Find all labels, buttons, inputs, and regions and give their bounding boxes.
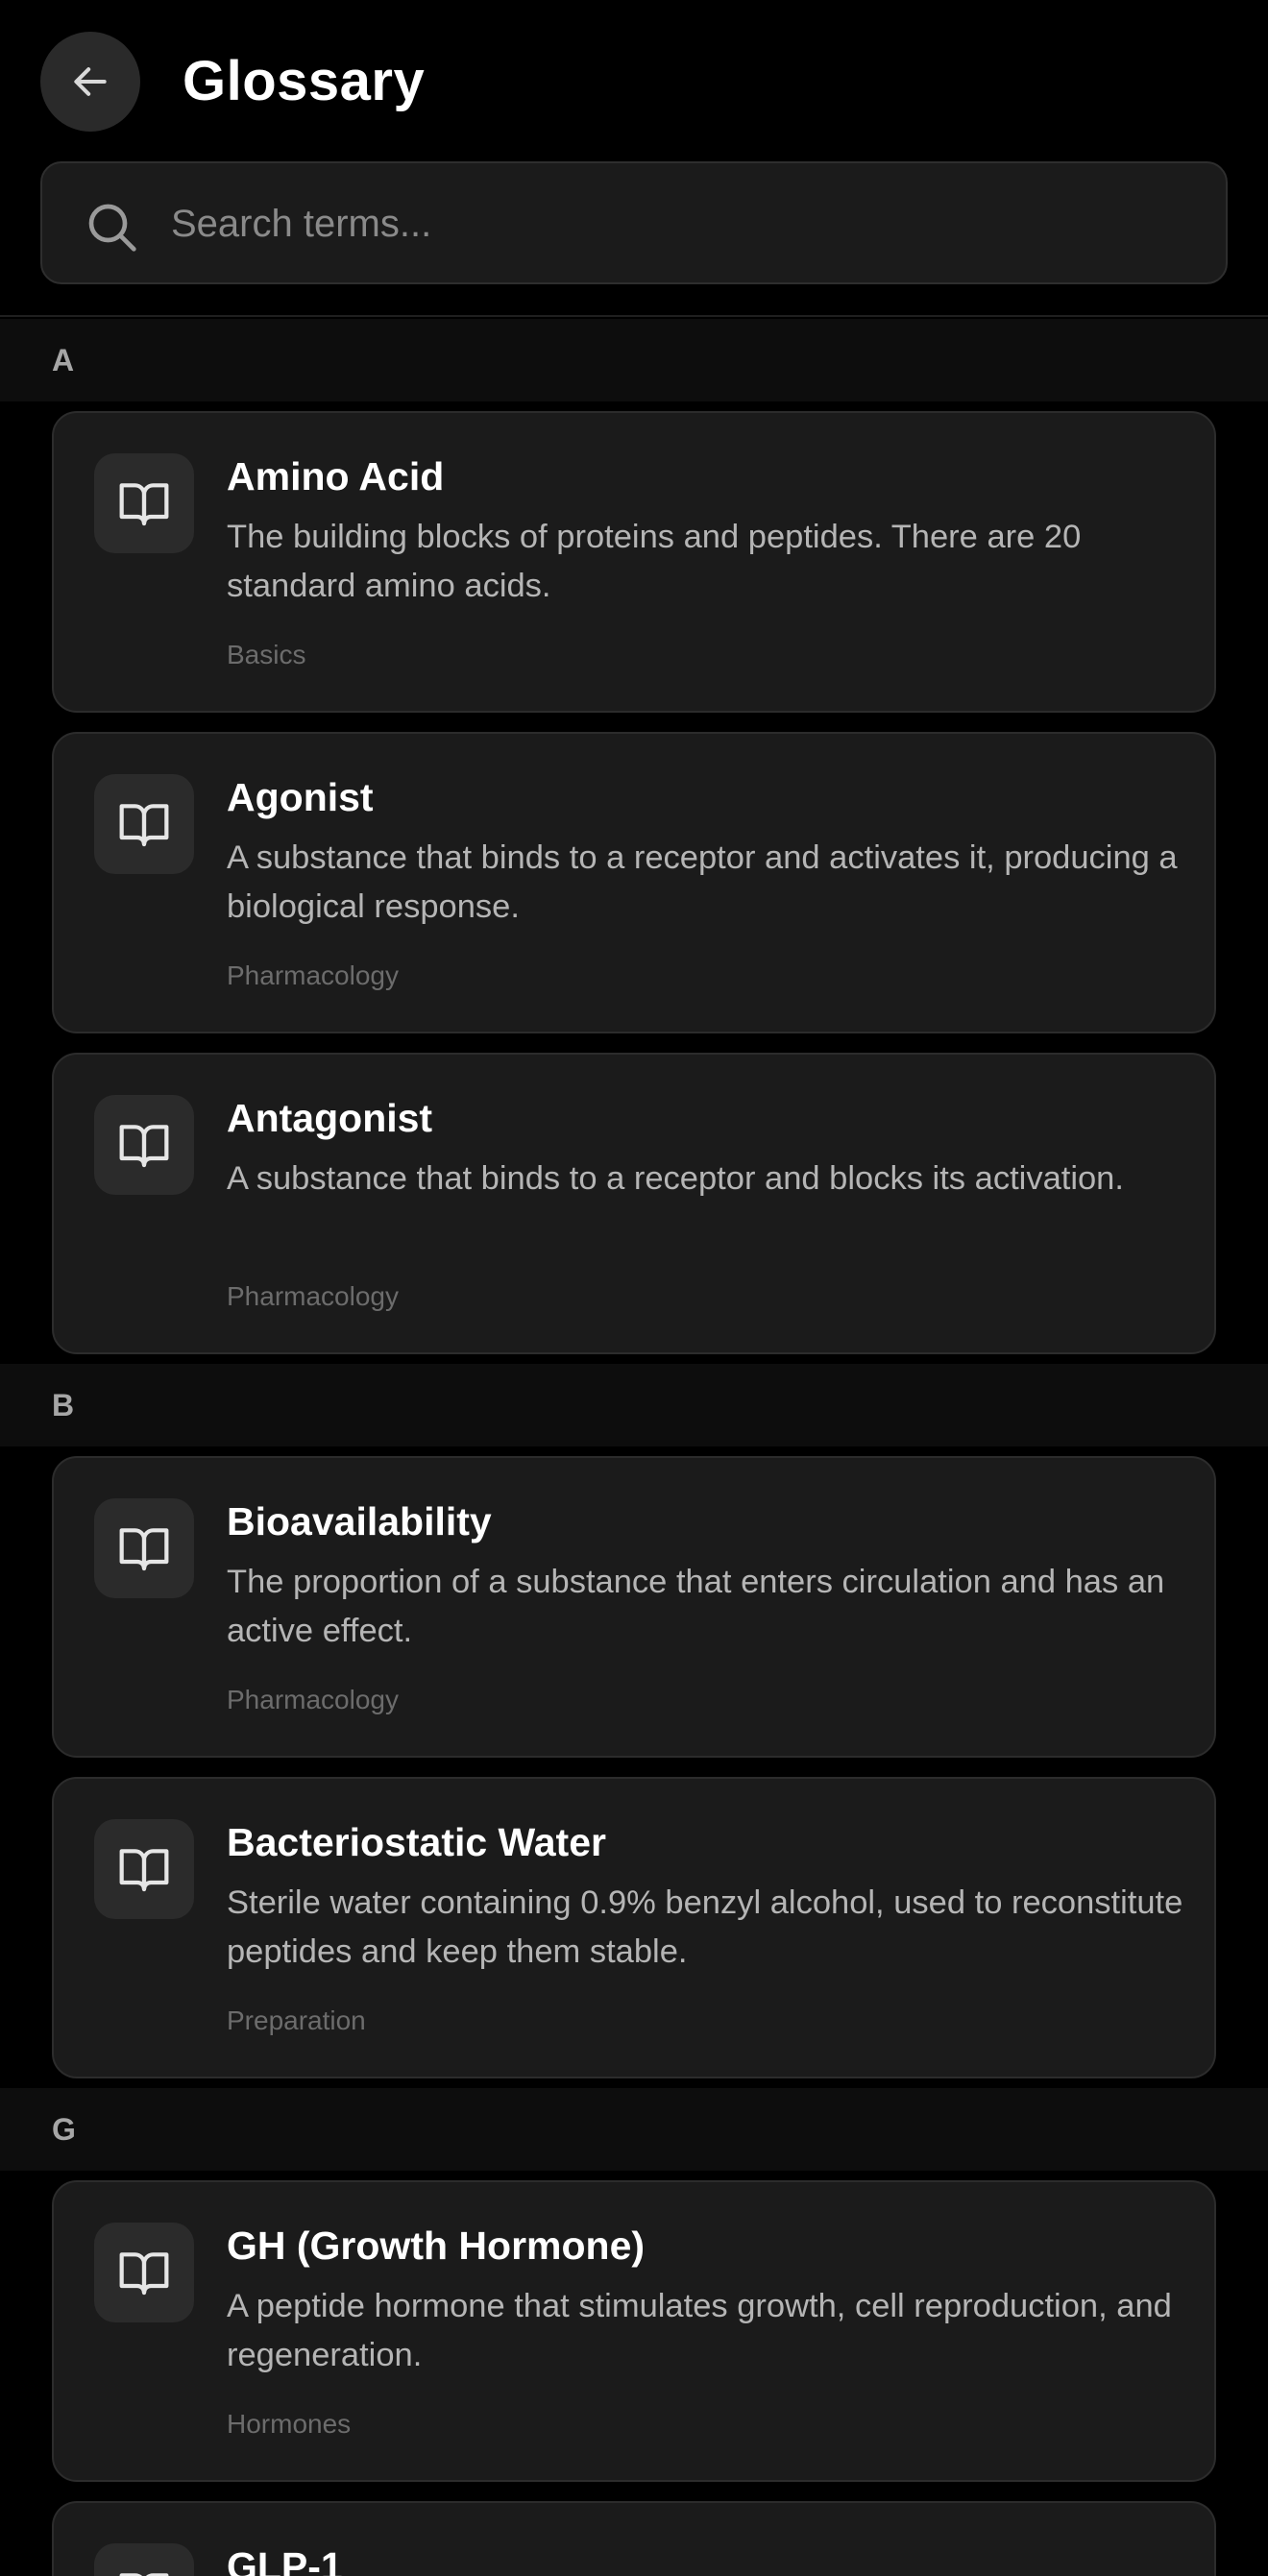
term-title: GH (Growth Hormone) (227, 2224, 646, 2268)
term-description: The proportion of a substance that enter… (227, 1564, 1165, 1649)
glossary-card-amino-acid[interactable]: Amino Acid The building blocks of protei… (52, 411, 1216, 713)
term-icon-container (94, 774, 194, 874)
term-title: Antagonist (227, 1096, 433, 1140)
term-icon-container (94, 2223, 194, 2322)
search-bar[interactable] (40, 161, 1228, 284)
section-letter: B (52, 1388, 75, 1422)
term-icon-container (94, 1819, 194, 1919)
header: Glossary (0, 0, 1268, 163)
term-category: Preparation (227, 2005, 366, 2035)
section-header-a: A (0, 319, 1268, 401)
term-category: Pharmacology (227, 960, 399, 990)
term-description: A substance that binds to a receptor and… (227, 1160, 1124, 1197)
glossary-card-bacteriostatic-water[interactable]: Bacteriostatic Water Sterile water conta… (52, 1777, 1216, 2078)
search-input[interactable] (171, 182, 1189, 265)
term-icon-container (94, 1095, 194, 1195)
glossary-card-gh[interactable]: GH (Growth Hormone) A peptide hormone th… (52, 2180, 1216, 2482)
glossary-screen: Glossary A Amino Acid The building block… (0, 0, 1268, 2576)
search-icon (88, 204, 136, 252)
term-description: A substance that binds to a receptor and… (227, 839, 1178, 925)
divider (0, 315, 1268, 317)
section-letter: A (52, 343, 75, 377)
glossary-card-antagonist[interactable]: Antagonist A substance that binds to a r… (52, 1053, 1216, 1354)
back-button[interactable] (40, 32, 140, 132)
book-open-icon (119, 2573, 169, 2576)
term-description: The building blocks of proteins and pept… (227, 519, 1082, 604)
book-open-icon (119, 2252, 169, 2296)
term-title: Amino Acid (227, 454, 445, 498)
book-open-icon (119, 1528, 169, 1571)
page-title: Glossary (183, 50, 426, 112)
term-title: Bacteriostatic Water (227, 1820, 606, 1864)
book-open-icon (119, 483, 169, 526)
term-title: Agonist (227, 775, 374, 819)
term-category: Basics (227, 640, 306, 669)
arrow-left-icon (74, 67, 107, 96)
term-icon-container (94, 2543, 194, 2576)
term-icon-container (94, 453, 194, 553)
term-category: Pharmacology (227, 1281, 399, 1311)
glossary-card-glp-1[interactable]: GLP-1 (52, 2501, 1216, 2576)
glossary-card-bioavailability[interactable]: Bioavailability The proportion of a subs… (52, 1456, 1216, 1758)
term-icon-container (94, 1498, 194, 1598)
term-category: Hormones (227, 2409, 352, 2439)
term-description: Sterile water containing 0.9% benzyl alc… (227, 1884, 1183, 1970)
book-open-icon (119, 1849, 169, 1892)
section-header-g: G (0, 2088, 1268, 2171)
term-title: GLP-1 (227, 2544, 343, 2576)
term-title: Bioavailability (227, 1499, 492, 1543)
term-description: A peptide hormone that stimulates growth… (227, 2288, 1172, 2373)
book-open-icon (119, 804, 169, 847)
book-open-icon (119, 1125, 169, 1168)
section-letter: G (52, 2112, 76, 2147)
term-category: Pharmacology (227, 1685, 399, 1714)
section-header-b: B (0, 1364, 1268, 1446)
glossary-card-agonist[interactable]: Agonist A substance that binds to a rece… (52, 732, 1216, 1033)
